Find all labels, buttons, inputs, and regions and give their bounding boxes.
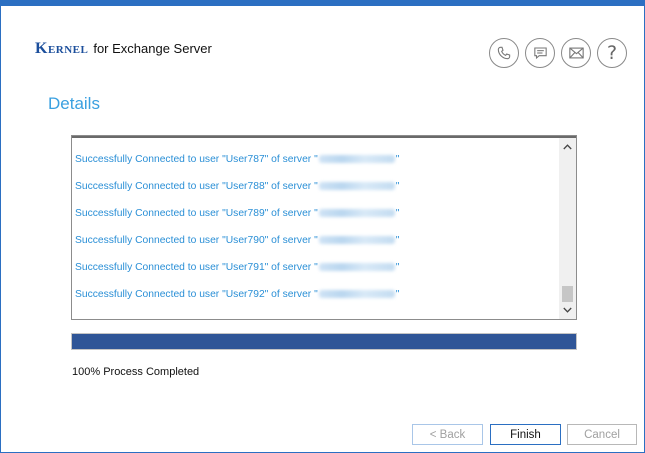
support-icons: ? [489,38,627,68]
log-text: Successfully Connected to user "User790"… [75,235,318,246]
log-text: Successfully Connected to user "User789"… [75,208,318,219]
log-line: Successfully Connected to user "User789"… [75,207,399,234]
redacted-server-name [318,182,395,191]
scroll-thumb[interactable] [562,286,573,302]
redacted-server-name [318,155,395,164]
log-text-end: " [395,235,400,246]
progress-fill [72,334,576,349]
log-text-end: " [395,262,400,273]
redacted-server-name [318,290,395,299]
progress-status: 100% Process Completed [72,366,200,378]
log-line: Successfully Connected to user "User792"… [75,288,399,315]
log-text: Successfully Connected to user "User787"… [75,154,318,165]
log-text-end: " [395,154,400,165]
log-line: Successfully Connected to user "User787"… [75,153,399,180]
log-text-end: " [395,181,400,192]
help-glyph: ? [606,41,618,64]
help-icon[interactable]: ? [597,38,627,68]
cancel-button[interactable]: Cancel [567,424,637,445]
page-title: Details [48,94,100,113]
log-text-end: " [395,289,400,300]
log-text-end: " [395,208,400,219]
finish-button[interactable]: Finish [490,424,561,445]
log-lines: Successfully Connected to user "User787"… [75,153,399,315]
details-log[interactable]: Successfully Connected to user "User787"… [71,135,577,320]
progress-bar [71,333,577,350]
product-name: for Exchange Server [93,41,212,56]
log-line: Successfully Connected to user "User788"… [75,180,399,207]
scroll-up-arrow-icon[interactable] [559,139,576,155]
vertical-scrollbar[interactable] [559,138,576,319]
scroll-down-arrow-icon[interactable] [559,302,576,318]
email-icon[interactable] [561,38,591,68]
redacted-server-name [318,209,395,218]
phone-icon[interactable] [489,38,519,68]
redacted-server-name [318,263,395,272]
log-text: Successfully Connected to user "User788"… [75,181,318,192]
log-line: Successfully Connected to user "User791"… [75,261,399,288]
redacted-server-name [318,236,395,245]
log-text: Successfully Connected to user "User791"… [75,262,318,273]
chat-icon[interactable] [525,38,555,68]
back-button[interactable]: < Back [412,424,483,445]
kernel-logo: Kernel [35,40,89,57]
brand-header: Kernel for Exchange Server [35,40,212,58]
log-line: Successfully Connected to user "User790"… [75,234,399,261]
log-text: Successfully Connected to user "User792"… [75,289,318,300]
